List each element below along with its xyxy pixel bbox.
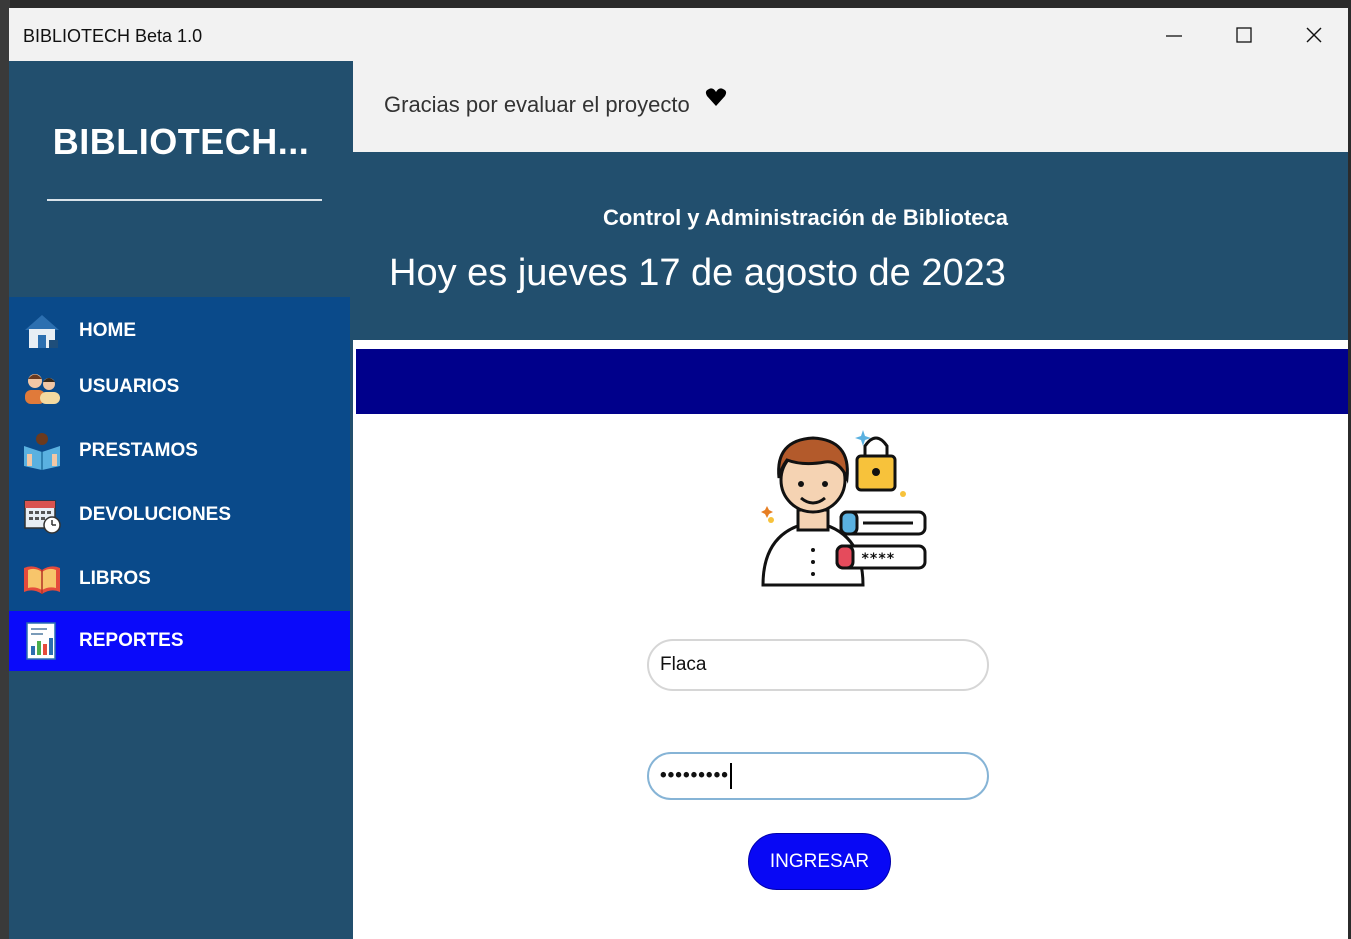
header-banner: Control y Administración de Biblioteca H…: [353, 152, 1348, 340]
sidebar-item-libros[interactable]: LIBROS: [9, 549, 350, 609]
sidebar-item-prestamos[interactable]: PRESTAMOS: [9, 421, 350, 481]
sidebar-item-label: HOME: [79, 320, 136, 341]
calendar-clock-icon: [24, 500, 61, 534]
login-button[interactable]: INGRESAR: [748, 833, 891, 890]
window-title: BIBLIOTECH Beta 1.0: [23, 26, 203, 46]
sidebar-item-reportes[interactable]: REPORTES: [9, 611, 350, 671]
report-chart-icon: [26, 622, 56, 660]
app-window: BIBLIOTECH Beta 1.0 BIBLIOTECH... HOME U…: [9, 8, 1348, 939]
sidebar-menu: HOME USUARIOS PRESTAMOS DEVOLUCIONES LIB…: [9, 297, 350, 671]
reading-book-icon: [24, 433, 60, 470]
brand-title: BIBLIOTECH...: [52, 121, 310, 162]
current-date: Hoy es jueves 17 de agosto de 2023: [389, 252, 1006, 294]
close-icon: [1306, 27, 1322, 42]
svg-text:****: ****: [861, 551, 895, 567]
sidebar-item-usuarios[interactable]: USUARIOS: [9, 357, 350, 417]
text-caret: [729, 763, 732, 789]
username-value: Flaca: [660, 654, 707, 675]
open-book-icon: [24, 566, 60, 594]
content-band: [356, 349, 1348, 414]
heart-icon: [705, 88, 727, 106]
home-icon: [25, 315, 59, 348]
user-login-lock-icon: ****: [761, 430, 927, 587]
users-icon: [25, 374, 60, 404]
thanks-message: Gracias por evaluar el proyecto: [384, 92, 690, 117]
divider: [353, 340, 1348, 349]
password-value: •••••••••: [660, 765, 729, 786]
brand-divider: [47, 199, 322, 201]
desktop-background: [0, 0, 1351, 8]
username-input[interactable]: Flaca: [647, 639, 989, 691]
title-bar[interactable]: BIBLIOTECH Beta 1.0: [9, 8, 1348, 61]
password-input[interactable]: •••••••••: [647, 752, 989, 800]
sidebar-item-label: REPORTES: [79, 630, 184, 651]
maximize-button[interactable]: [1209, 8, 1279, 61]
sidebar-item-home[interactable]: HOME: [9, 301, 350, 361]
sidebar-item-label: USUARIOS: [79, 376, 180, 397]
message-bar: Gracias por evaluar el proyecto: [353, 61, 1348, 152]
minimize-icon: [1166, 34, 1182, 37]
app-subtitle: Control y Administración de Biblioteca: [602, 205, 1008, 230]
sidebar-item-label: PRESTAMOS: [79, 440, 198, 461]
sidebar-item-label: DEVOLUCIONES: [79, 504, 232, 525]
minimize-button[interactable]: [1139, 8, 1209, 61]
sidebar-item-devoluciones[interactable]: DEVOLUCIONES: [9, 485, 350, 545]
sidebar-item-label: LIBROS: [79, 568, 151, 589]
maximize-icon: [1236, 26, 1252, 43]
close-button[interactable]: [1279, 8, 1348, 61]
sidebar: BIBLIOTECH... HOME USUARIOS PRESTAMOS DE…: [9, 61, 353, 939]
